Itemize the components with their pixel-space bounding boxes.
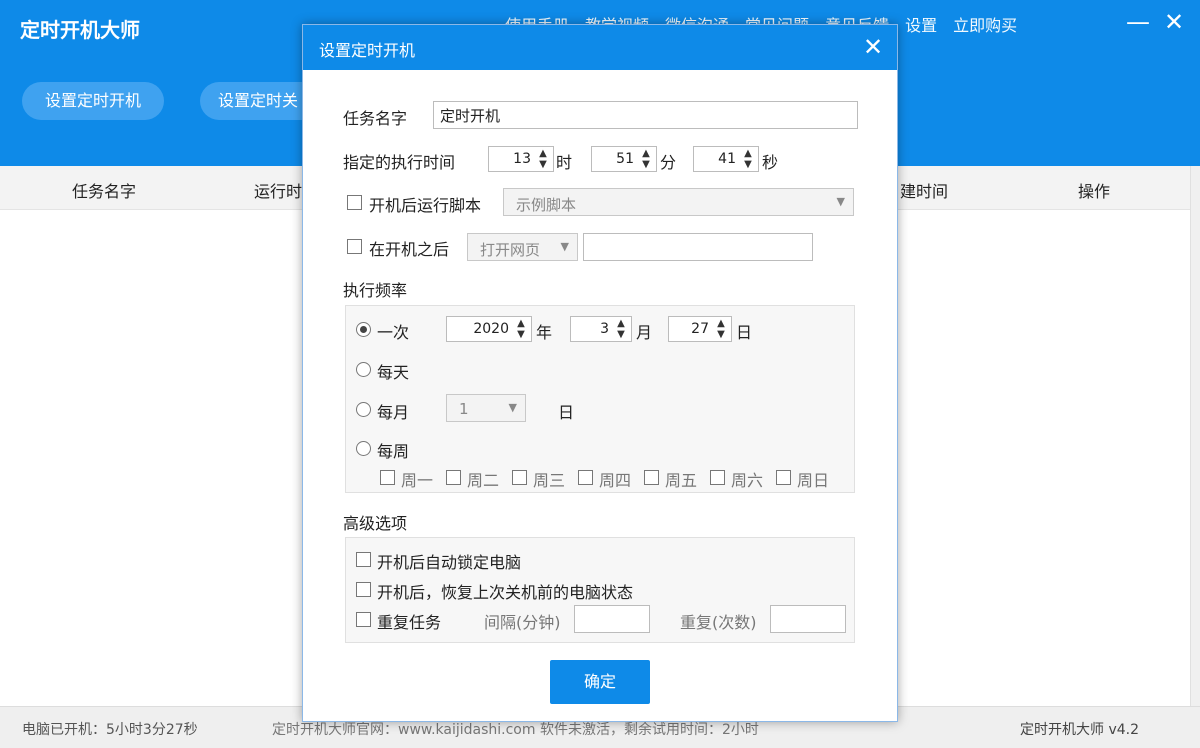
repeat-task-label: 重复任务: [377, 613, 442, 632]
freq-weekly-radio[interactable]: [356, 441, 371, 456]
task-name-input[interactable]: [433, 101, 858, 129]
freq-once-radio[interactable]: [356, 322, 371, 337]
col-action: 操作: [1078, 182, 1111, 201]
stepper-arrows-icon[interactable]: ▲ ▼: [537, 148, 549, 170]
freq-group: 一次 2020 ▲ ▼ 年 3 ▲ ▼ 月 27 ▲ ▼ 日 每天 每月 1 ▼ 日 …: [345, 305, 855, 493]
freq-label: 执行频率: [343, 281, 408, 300]
day-unit: 日: [736, 323, 753, 342]
weekday-wed-checkbox[interactable]: [512, 470, 527, 485]
auto-lock-checkbox[interactable]: [356, 552, 371, 567]
year-stepper[interactable]: 2020 ▲ ▼: [446, 316, 532, 342]
freq-monthly-radio[interactable]: [356, 402, 371, 417]
minute-stepper[interactable]: 51 ▲ ▼: [591, 146, 657, 172]
weekday-sun-label: 周日: [797, 471, 830, 490]
uptime-text: 电脑已开机：5小时3分27秒: [22, 722, 198, 738]
col-created-time: 建时间: [900, 182, 949, 201]
weekday-thu-label: 周四: [599, 471, 632, 490]
col-run-time: 运行时: [254, 182, 303, 201]
weekday-mon-checkbox[interactable]: [380, 470, 395, 485]
weekday-thu-checkbox[interactable]: [578, 470, 593, 485]
chevron-down-icon: ▼: [836, 195, 845, 208]
repeat-count-label: 重复(次数): [680, 613, 757, 632]
version-text: 定时开机大师 v4.2: [1020, 722, 1139, 738]
col-task-name: 任务名字: [72, 182, 137, 201]
after-boot-input[interactable]: [583, 233, 813, 261]
after-boot-checkbox[interactable]: [347, 239, 362, 254]
adv-label: 高级选项: [343, 514, 408, 533]
table-scrollbar[interactable]: [1190, 166, 1200, 706]
exec-time-label: 指定的执行时间: [343, 153, 456, 172]
hour-stepper[interactable]: 13 ▲ ▼: [488, 146, 554, 172]
freq-weekly-label: 每周: [377, 442, 410, 461]
monthly-day-select[interactable]: 1 ▼: [446, 394, 526, 422]
close-icon[interactable]: ✕: [1160, 8, 1188, 36]
interval-label: 间隔(分钟): [484, 613, 561, 632]
minute-unit: 分: [660, 153, 677, 172]
stepper-arrows-icon[interactable]: ▲ ▼: [742, 148, 754, 170]
chevron-down-icon: ▼: [560, 240, 569, 253]
link-settings[interactable]: 设置: [905, 12, 937, 36]
weekday-sat-checkbox[interactable]: [710, 470, 725, 485]
freq-daily-label: 每天: [377, 363, 410, 382]
link-buy[interactable]: 立即购买: [953, 12, 1017, 36]
second-stepper[interactable]: 41 ▲ ▼: [693, 146, 759, 172]
stepper-arrows-icon[interactable]: ▲ ▼: [615, 318, 627, 340]
weekday-fri-checkbox[interactable]: [644, 470, 659, 485]
repeat-count-input[interactable]: [770, 605, 846, 633]
hour-unit: 时: [556, 153, 573, 172]
set-power-on-button[interactable]: 设置定时开机: [22, 82, 164, 120]
freq-monthly-label: 每月: [377, 403, 410, 422]
interval-input[interactable]: [574, 605, 650, 633]
year-unit: 年: [536, 323, 553, 342]
stepper-arrows-icon[interactable]: ▲ ▼: [515, 318, 527, 340]
weekday-sun-checkbox[interactable]: [776, 470, 791, 485]
dialog-titlebar[interactable]: 设置定时开机 ✕: [303, 25, 897, 70]
second-unit: 秒: [762, 153, 779, 172]
weekday-tue-checkbox[interactable]: [446, 470, 461, 485]
freq-once-label: 一次: [377, 323, 410, 342]
weekday-tue-label: 周二: [467, 471, 500, 490]
restore-state-label: 开机后，恢复上次关机前的电脑状态: [377, 583, 634, 602]
dialog-title: 设置定时开机: [319, 41, 416, 60]
weekday-wed-label: 周三: [533, 471, 566, 490]
minimize-icon[interactable]: —: [1124, 8, 1152, 36]
dialog-close-icon[interactable]: ✕: [859, 33, 887, 61]
site-text[interactable]: 定时开机大师官网：www.kaijidashi.com 软件未激活，剩余试用时间…: [272, 719, 759, 739]
stepper-arrows-icon[interactable]: ▲ ▼: [715, 318, 727, 340]
run-script-label: 开机后运行脚本: [369, 196, 482, 215]
freq-daily-radio[interactable]: [356, 362, 371, 377]
ok-button[interactable]: 确定: [550, 660, 650, 704]
adv-group: 开机后自动锁定电脑 开机后，恢复上次关机前的电脑状态 重复任务 间隔(分钟) 重…: [345, 537, 855, 643]
month-unit: 月: [636, 323, 653, 342]
weekday-fri-label: 周五: [665, 471, 698, 490]
auto-lock-label: 开机后自动锁定电脑: [377, 553, 522, 572]
after-boot-select[interactable]: 打开网页 ▼: [467, 233, 578, 261]
task-name-label: 任务名字: [343, 109, 408, 128]
monthly-day-unit: 日: [558, 403, 575, 422]
app-title: 定时开机大师: [20, 18, 140, 42]
stepper-arrows-icon[interactable]: ▲ ▼: [640, 148, 652, 170]
repeat-task-checkbox[interactable]: [356, 612, 371, 627]
restore-state-checkbox[interactable]: [356, 582, 371, 597]
run-script-checkbox[interactable]: [347, 195, 362, 210]
month-stepper[interactable]: 3 ▲ ▼: [570, 316, 632, 342]
weekday-mon-label: 周一: [401, 471, 434, 490]
weekday-sat-label: 周六: [731, 471, 764, 490]
after-boot-label: 在开机之后: [369, 240, 450, 259]
run-script-select[interactable]: 示例脚本 ▼: [503, 188, 854, 216]
day-stepper[interactable]: 27 ▲ ▼: [668, 316, 732, 342]
power-on-dialog: 设置定时开机 ✕ 任务名字 指定的执行时间 13 ▲▼ 时 51 ▲▼ 分 41…: [302, 24, 898, 722]
chevron-down-icon: ▼: [508, 401, 517, 414]
